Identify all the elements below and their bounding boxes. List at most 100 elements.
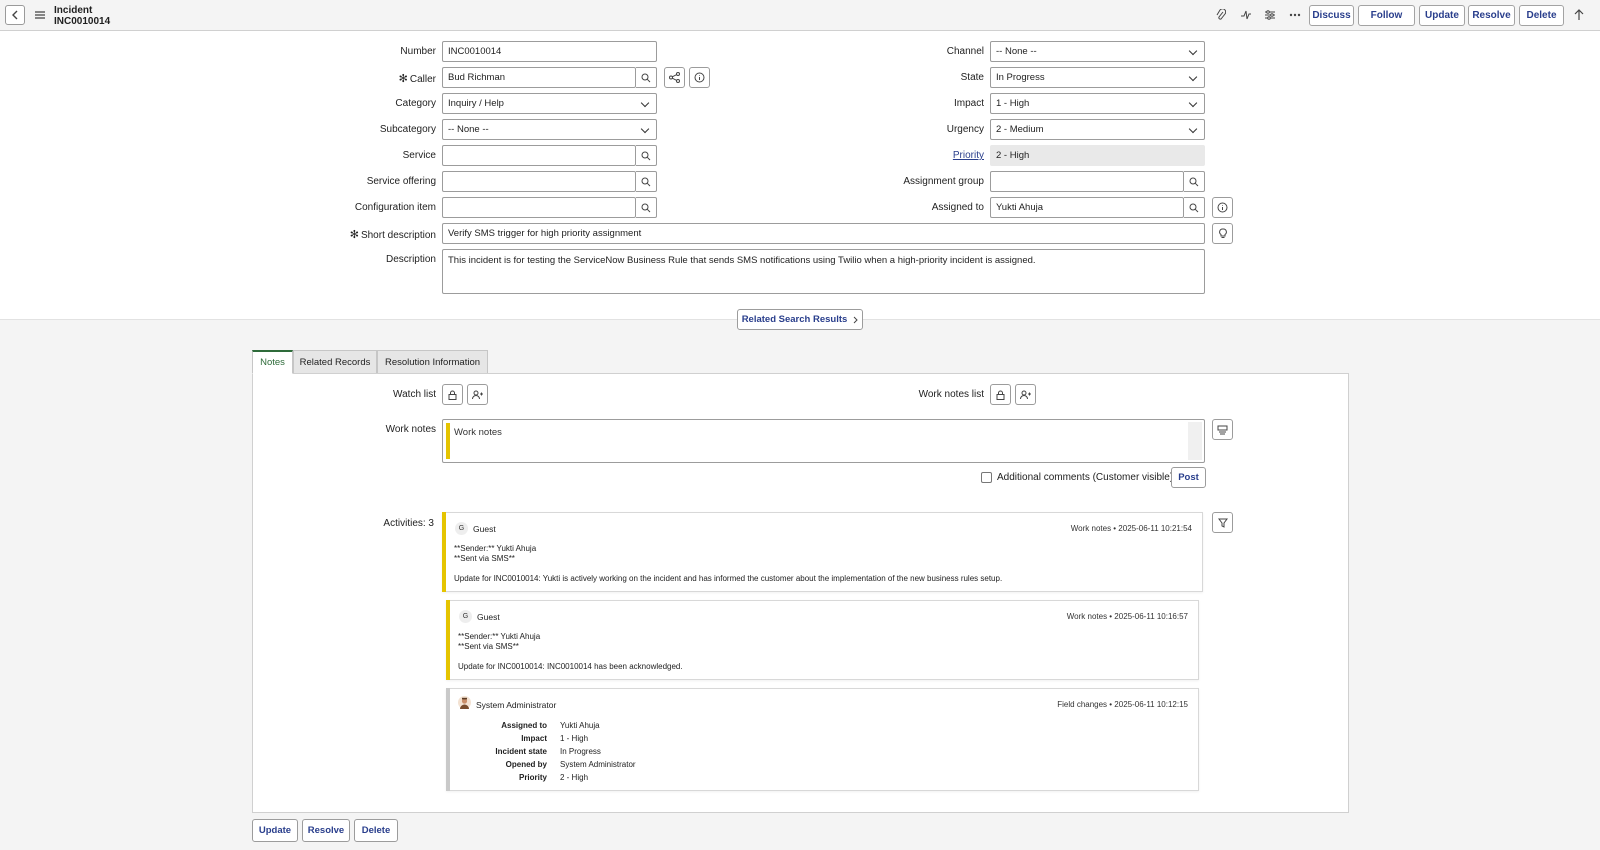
lock-icon (448, 390, 457, 400)
search-icon (641, 203, 651, 212)
additional-comments-checkbox[interactable] (981, 472, 992, 483)
state-select[interactable]: In Progress (990, 67, 1205, 88)
field-change-label: Impact (521, 734, 547, 743)
watch-list-add-me-button[interactable] (467, 384, 488, 405)
activity-filter-button[interactable] (1212, 512, 1233, 533)
caller-label: ✻ Caller (398, 73, 436, 85)
work-notes-scrollbar[interactable] (1188, 422, 1202, 460)
field-change-label: Assigned to (501, 721, 547, 730)
info-icon (694, 72, 705, 83)
channel-label: Channel (946, 46, 984, 57)
user-avatar-icon (460, 697, 469, 709)
number-field[interactable]: INC0010014 (442, 41, 657, 62)
configuration-item-lookup-button[interactable] (636, 197, 657, 218)
required-icon: ✻ (349, 229, 359, 241)
urgency-label: Urgency (946, 124, 984, 135)
field-change-value: Yukti Ahuja (560, 721, 600, 730)
caller-field[interactable]: Bud Richman (442, 67, 636, 88)
assigned-to-field[interactable]: Yukti Ahuja (990, 197, 1184, 218)
impact-label: Impact (953, 98, 984, 109)
more-options-icon[interactable] (1286, 6, 1304, 24)
work-notes-input[interactable]: Work notes (442, 419, 1205, 463)
activity-meta: Field changes • 2025-06-11 10:12:15 (1057, 700, 1188, 709)
assignment-group-lookup-button[interactable] (1184, 171, 1205, 192)
urgency-select[interactable]: 2 - Medium (990, 119, 1205, 140)
tab-notes[interactable]: Notes (252, 350, 293, 374)
work-note-indicator (446, 600, 450, 680)
search-icon (641, 73, 651, 82)
work-notes-list-add-me-button[interactable] (1015, 384, 1036, 405)
show-related-button[interactable] (664, 67, 685, 88)
activity-author: Guest (473, 524, 496, 534)
assignment-group-label: Assignment group (903, 176, 984, 187)
avatar (458, 696, 471, 709)
work-notes-list-label: Work notes list (918, 389, 984, 400)
activity-author: Guest (477, 612, 500, 622)
filter-icon (1217, 518, 1228, 528)
lock-icon (996, 390, 1005, 400)
resolve-button[interactable]: Resolve (1468, 5, 1515, 26)
assigned-to-lookup-button[interactable] (1184, 197, 1205, 218)
activity-line: Update for INC0010014: INC0010014 has be… (458, 662, 683, 671)
bottom-delete-button[interactable]: Delete (354, 819, 398, 842)
post-button[interactable]: Post (1171, 467, 1206, 488)
back-button[interactable] (5, 5, 25, 25)
configuration-item-field[interactable] (442, 197, 636, 218)
short-description-field[interactable]: Verify SMS trigger for high priority ass… (442, 223, 1205, 244)
discuss-button[interactable]: Discuss (1309, 5, 1354, 26)
service-field[interactable] (442, 145, 636, 166)
short-description-label: ✻ Short description (349, 229, 436, 241)
attachment-icon[interactable] (1212, 6, 1230, 24)
activity-meta: Work notes • 2025-06-11 10:16:57 (1066, 612, 1188, 621)
record-number: INC0010014 (54, 16, 111, 27)
chevron-right-icon (853, 316, 859, 323)
activity-author: System Administrator (476, 700, 557, 710)
priority-field: 2 - High (990, 145, 1205, 166)
template-button[interactable] (1212, 419, 1233, 440)
watch-list-lock-button[interactable] (442, 384, 463, 405)
personalize-icon[interactable] (1261, 6, 1279, 24)
bottom-resolve-button[interactable]: Resolve (302, 819, 350, 842)
scroll-top-icon[interactable] (1570, 6, 1588, 24)
service-lookup-button[interactable] (636, 145, 657, 166)
info-icon (1217, 202, 1228, 213)
assigned-to-label: Assigned to (931, 202, 984, 213)
service-label: Service (402, 150, 436, 161)
field-change-indicator (446, 688, 450, 791)
suggestion-button[interactable] (1212, 223, 1233, 244)
caller-info-button[interactable] (689, 67, 710, 88)
description-field[interactable]: This incident is for testing the Service… (442, 249, 1205, 294)
subcategory-select[interactable]: -- None -- (442, 119, 657, 140)
update-button[interactable]: Update (1419, 5, 1465, 26)
service-offering-lookup-button[interactable] (636, 171, 657, 192)
activity-line: **Sender:** Yukti Ahuja (454, 544, 537, 553)
impact-select[interactable]: 1 - High (990, 93, 1205, 114)
record-header: Incident INC0010014 Discuss Follow Updat… (0, 0, 1600, 31)
related-search-results-button[interactable]: Related Search Results (737, 309, 863, 330)
bottom-update-button[interactable]: Update (252, 819, 298, 842)
follow-button[interactable]: Follow (1358, 5, 1415, 26)
tab-related-records[interactable]: Related Records (293, 350, 377, 374)
chevron-left-icon (12, 10, 18, 20)
channel-select[interactable]: -- None -- (990, 41, 1205, 62)
delete-button[interactable]: Delete (1519, 5, 1564, 26)
category-select[interactable]: Inquiry / Help (442, 93, 657, 114)
menu-icon[interactable] (33, 7, 47, 23)
template-icon (1217, 425, 1228, 434)
add-user-icon (1020, 390, 1031, 399)
work-notes-label: Work notes (385, 424, 436, 435)
caller-lookup-button[interactable] (636, 67, 657, 88)
field-change-value: 2 - High (560, 773, 589, 782)
tab-resolution-information[interactable]: Resolution Information (377, 350, 488, 374)
assignment-group-field[interactable] (990, 171, 1184, 192)
activity-stream-icon[interactable] (1237, 6, 1255, 24)
field-change-label: Incident state (495, 747, 547, 756)
activity-line: **Sender:** Yukti Ahuja (458, 632, 541, 641)
assigned-to-info-button[interactable] (1212, 197, 1233, 218)
service-offering-field[interactable] (442, 171, 636, 192)
configuration-item-label: Configuration item (354, 202, 436, 213)
priority-link[interactable]: Priority (870, 150, 984, 161)
work-notes-list-lock-button[interactable] (990, 384, 1011, 405)
field-change-value: 1 - High (560, 734, 589, 743)
field-change-label: Opened by (505, 760, 547, 769)
